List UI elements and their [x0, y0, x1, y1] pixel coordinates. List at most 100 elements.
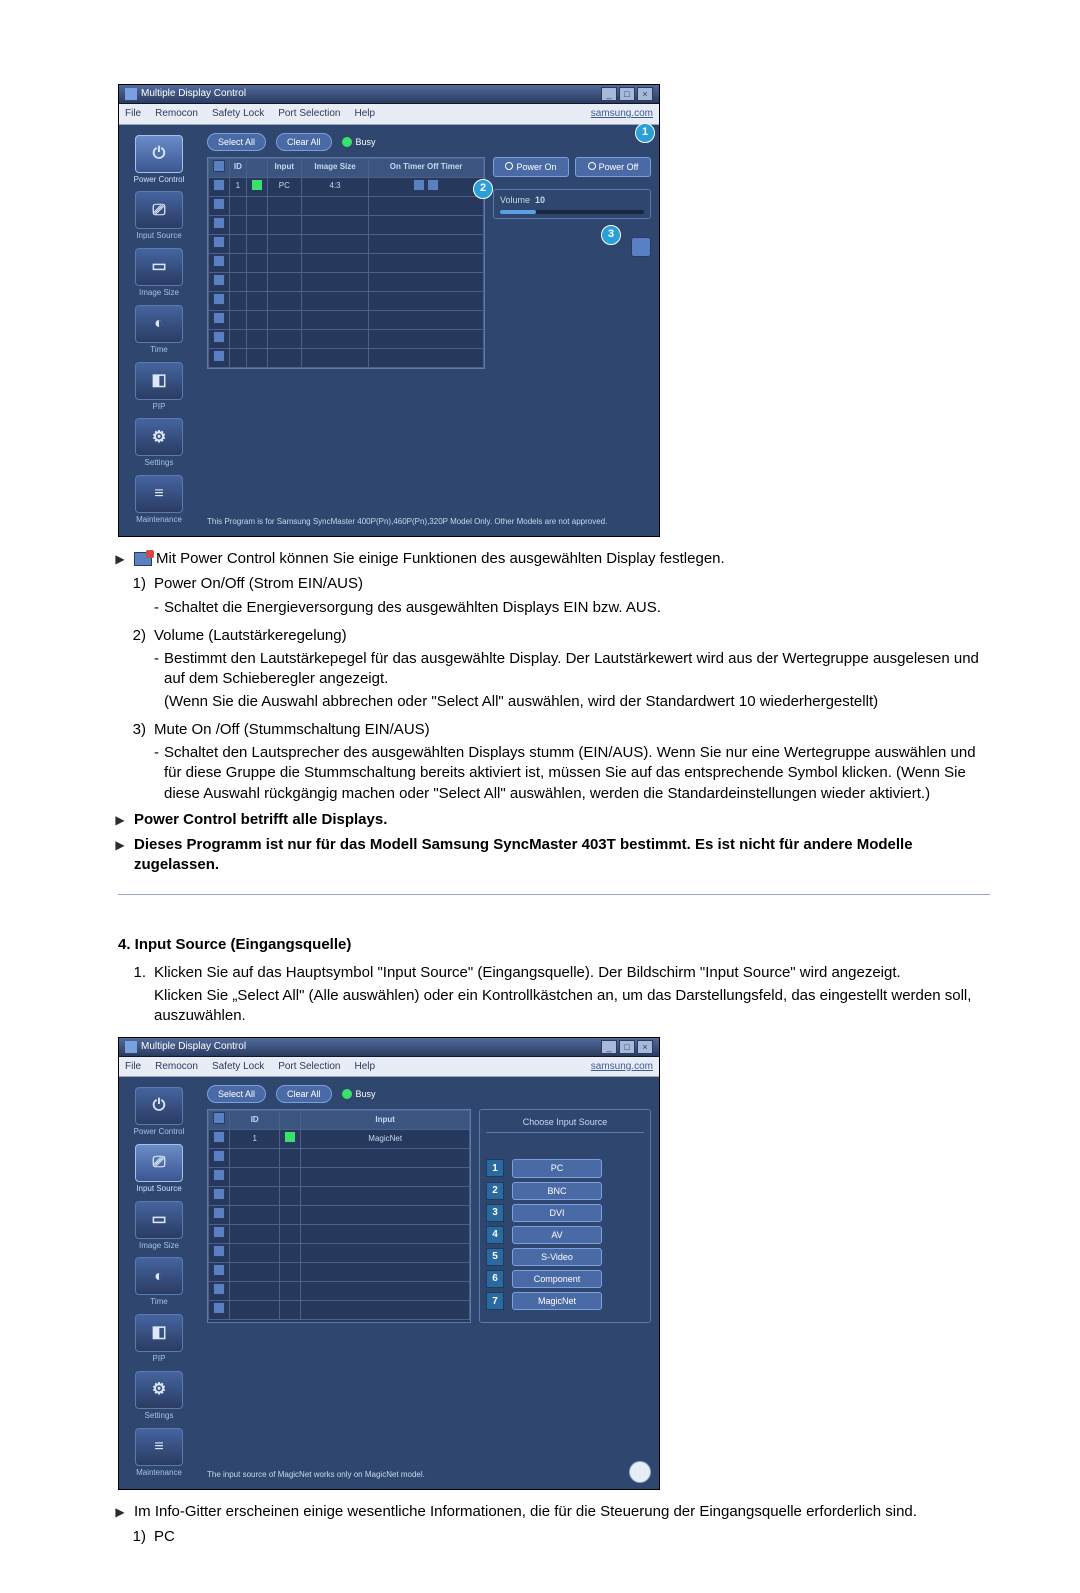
table-row: [209, 215, 484, 234]
sidebar-item-image-size[interactable]: ▭Image Size: [128, 248, 190, 299]
sidebar: ⏻Power Control ⎚Input Source ▭Image Size…: [119, 125, 199, 537]
main-panel: Select All Clear All Busy ID Input: [199, 1077, 659, 1489]
document-page: Multiple Display Control _ □ × File Remo…: [0, 0, 1080, 1593]
table-row: [209, 1187, 470, 1206]
source-magicnet[interactable]: 7MagicNet: [486, 1292, 644, 1310]
menu-file[interactable]: File: [125, 1060, 141, 1074]
source-component[interactable]: 6Component: [486, 1270, 644, 1288]
table-row: [209, 253, 484, 272]
menu-remocon[interactable]: Remocon: [155, 107, 198, 121]
samsung-link[interactable]: samsung.com: [591, 107, 653, 121]
table-row: [209, 1244, 470, 1263]
menu-port-selection[interactable]: Port Selection: [278, 1060, 340, 1074]
source-dvi[interactable]: 3DVI: [486, 1204, 644, 1222]
clear-all-button[interactable]: Clear All: [276, 1085, 332, 1103]
list-block: 1)Power On/Off (Strom EIN/AUS) -Schaltet…: [118, 574, 990, 804]
table-row: [209, 1206, 470, 1225]
table-row: [209, 1263, 470, 1282]
sidebar-item-input-source[interactable]: ⎚Input Source: [128, 191, 190, 242]
sidebar-item-maintenance[interactable]: ≡Maintenance: [128, 1428, 190, 1479]
menu-help[interactable]: Help: [354, 107, 375, 121]
display-grid: ID Input 1 MagicNet: [207, 1109, 471, 1323]
list-block-2: 1.Klicken Sie auf das Hauptsymbol "Input…: [118, 963, 990, 1027]
footer-text: This Program is for Samsung SyncMaster 4…: [207, 511, 651, 530]
table-row: [209, 329, 484, 348]
select-all-button[interactable]: Select All: [207, 1085, 266, 1103]
maximize-button[interactable]: □: [619, 1040, 635, 1054]
screenshot-power-control: Multiple Display Control _ □ × File Remo…: [118, 84, 660, 537]
sidebar-item-power-control[interactable]: ⏻Power Control: [128, 135, 190, 186]
footer-text: The input source of MagicNet works only …: [207, 1464, 629, 1483]
sidebar-item-input-source[interactable]: ⎚Input Source: [128, 1144, 190, 1195]
close-button[interactable]: ×: [637, 1040, 653, 1054]
app-icon: [125, 88, 137, 100]
status-icon: [251, 179, 263, 191]
sidebar-item-time[interactable]: ◐Time: [128, 305, 190, 356]
table-row[interactable]: 1 PC 4:3: [209, 177, 484, 196]
menu-file[interactable]: File: [125, 107, 141, 121]
row-checkbox[interactable]: [213, 1131, 225, 1143]
bullet-bold-1: ▶Power Control betrifft alle Displays.: [112, 810, 990, 830]
sidebar-item-time[interactable]: ◐Time: [128, 1257, 190, 1308]
status-icon: [284, 1131, 296, 1143]
power-icon: [134, 552, 152, 566]
clear-all-button[interactable]: Clear All: [276, 133, 332, 151]
sidebar: ⏻Power Control ⎚Input Source ▭Image Size…: [119, 1077, 199, 1489]
menu-help[interactable]: Help: [354, 1060, 375, 1074]
sidebar-item-pip[interactable]: ◧PIP: [128, 362, 190, 413]
close-button[interactable]: ×: [637, 87, 653, 101]
marker-3: 3: [601, 225, 621, 245]
sidebar-item-maintenance[interactable]: ≡Maintenance: [128, 475, 190, 526]
sidebar-item-settings[interactable]: ⚙Settings: [128, 1371, 190, 1422]
checkbox-header[interactable]: [213, 160, 225, 172]
table-row: [209, 234, 484, 253]
menu-bar: File Remocon Safety Lock Port Selection …: [119, 104, 659, 125]
source-svideo[interactable]: 5S-Video: [486, 1248, 644, 1266]
table-row: [209, 272, 484, 291]
main-panel: Select All Clear All Busy ID Input Image: [199, 125, 659, 537]
power-on-button[interactable]: Power On: [493, 157, 569, 177]
menu-port-selection[interactable]: Port Selection: [278, 107, 340, 121]
panel-title: Choose Input Source: [486, 1116, 644, 1133]
section-heading: 4. Input Source (Eingangsquelle): [118, 935, 990, 955]
volume-slider[interactable]: [500, 210, 644, 214]
maximize-button[interactable]: □: [619, 87, 635, 101]
mute-button[interactable]: [631, 237, 651, 257]
off-timer-cell: [427, 179, 439, 191]
marker-2: 2: [473, 179, 493, 199]
minimize-button[interactable]: _: [601, 87, 617, 101]
source-av[interactable]: 4AV: [486, 1226, 644, 1244]
table-row: [209, 1282, 470, 1301]
sidebar-item-pip[interactable]: ◧PIP: [128, 1314, 190, 1365]
select-all-button[interactable]: Select All: [207, 133, 266, 151]
list-block-3: 1)PC: [118, 1527, 990, 1547]
table-row[interactable]: 1 MagicNet: [209, 1130, 470, 1149]
source-pc[interactable]: 1PC: [486, 1159, 644, 1177]
window-titlebar: Multiple Display Control _ □ ×: [119, 85, 659, 104]
table-row: [209, 310, 484, 329]
table-row: [209, 348, 484, 367]
table-row: [209, 1149, 470, 1168]
menu-safety-lock[interactable]: Safety Lock: [212, 107, 264, 121]
source-bnc[interactable]: 2BNC: [486, 1182, 644, 1200]
control-panel: Power On Power Off Volume 10 1 2 3: [493, 157, 651, 369]
bullet-bold-2: ▶Dieses Programm ist nur für das Modell …: [112, 835, 990, 876]
minimize-button[interactable]: _: [601, 1040, 617, 1054]
sidebar-item-image-size[interactable]: ▭Image Size: [128, 1201, 190, 1252]
source-panel: Choose Input Source 1PC 2BNC 3DVI 4AV 5S…: [479, 1109, 651, 1323]
sidebar-item-settings[interactable]: ⚙Settings: [128, 418, 190, 469]
checkbox-header[interactable]: [213, 1112, 225, 1124]
power-off-button[interactable]: Power Off: [575, 157, 651, 177]
window-title: Multiple Display Control: [141, 87, 246, 101]
row-checkbox[interactable]: [213, 179, 225, 191]
divider: [118, 894, 990, 895]
app-icon: [125, 1041, 137, 1053]
table-row: [209, 1168, 470, 1187]
menu-safety-lock[interactable]: Safety Lock: [212, 1060, 264, 1074]
info-icon: [629, 1461, 651, 1483]
marker-1: 1: [635, 123, 655, 143]
volume-control[interactable]: Volume 10: [493, 189, 651, 219]
sidebar-item-power-control[interactable]: ⏻Power Control: [128, 1087, 190, 1138]
menu-remocon[interactable]: Remocon: [155, 1060, 198, 1074]
samsung-link[interactable]: samsung.com: [591, 1060, 653, 1074]
